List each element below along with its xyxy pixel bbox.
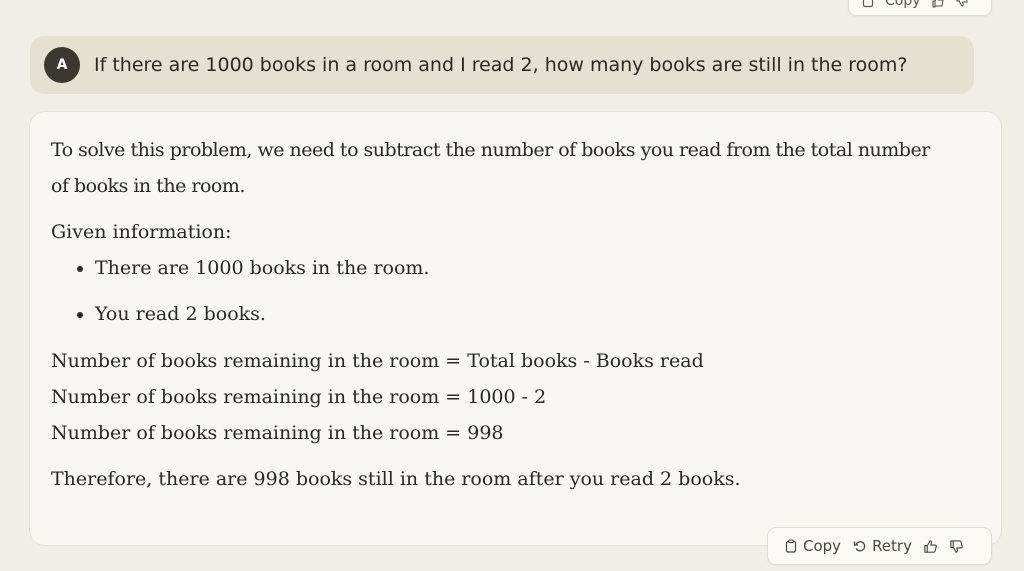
copy-button-label[interactable]: Copy [885, 0, 921, 9]
intro-paragraph: To solve this problem, we need to subtra… [51, 139, 930, 197]
bullet-list: There are 1000 books in the room. You re… [51, 256, 931, 326]
assistant-message: To solve this problem, we need to subtra… [29, 111, 1002, 546]
assistant-message-body: To solve this problem, we need to subtra… [51, 132, 931, 491]
thumbs-down-icon [950, 539, 964, 553]
given-heading: Given information: [51, 221, 232, 243]
conclusion-paragraph: Therefore, there are 998 books still in … [51, 468, 741, 490]
copy-button[interactable]: Copy [780, 537, 845, 555]
calculation-block: Number of books remaining in the room = … [51, 343, 931, 451]
previous-message-actions: Copy [848, 0, 992, 16]
copy-button-label: Copy [803, 537, 842, 555]
user-message: A If there are 1000 books in a room and … [30, 36, 974, 94]
list-item: There are 1000 books in the room. [95, 256, 931, 280]
calculation-line: Number of books remaining in the room = … [51, 386, 547, 408]
list-item: You read 2 books. [95, 302, 931, 326]
thumbs-up-button[interactable] [920, 535, 942, 557]
avatar: A [44, 47, 80, 83]
thumbs-up-icon [924, 539, 938, 553]
thumbs-down-icon[interactable] [955, 0, 969, 8]
clipboard-icon [785, 539, 797, 553]
clipboard-icon[interactable] [861, 0, 875, 8]
thumbs-up-icon[interactable] [931, 0, 945, 8]
retry-button-label: Retry [872, 537, 912, 555]
calculation-line: Number of books remaining in the room = … [51, 422, 504, 444]
calculation-line: Number of books remaining in the room = … [51, 350, 704, 372]
message-actions: Copy Retry [767, 527, 992, 565]
thumbs-down-button[interactable] [946, 535, 968, 557]
user-message-text: If there are 1000 books in a room and I … [94, 54, 908, 76]
retry-icon [853, 541, 866, 552]
retry-button[interactable]: Retry [849, 537, 916, 555]
